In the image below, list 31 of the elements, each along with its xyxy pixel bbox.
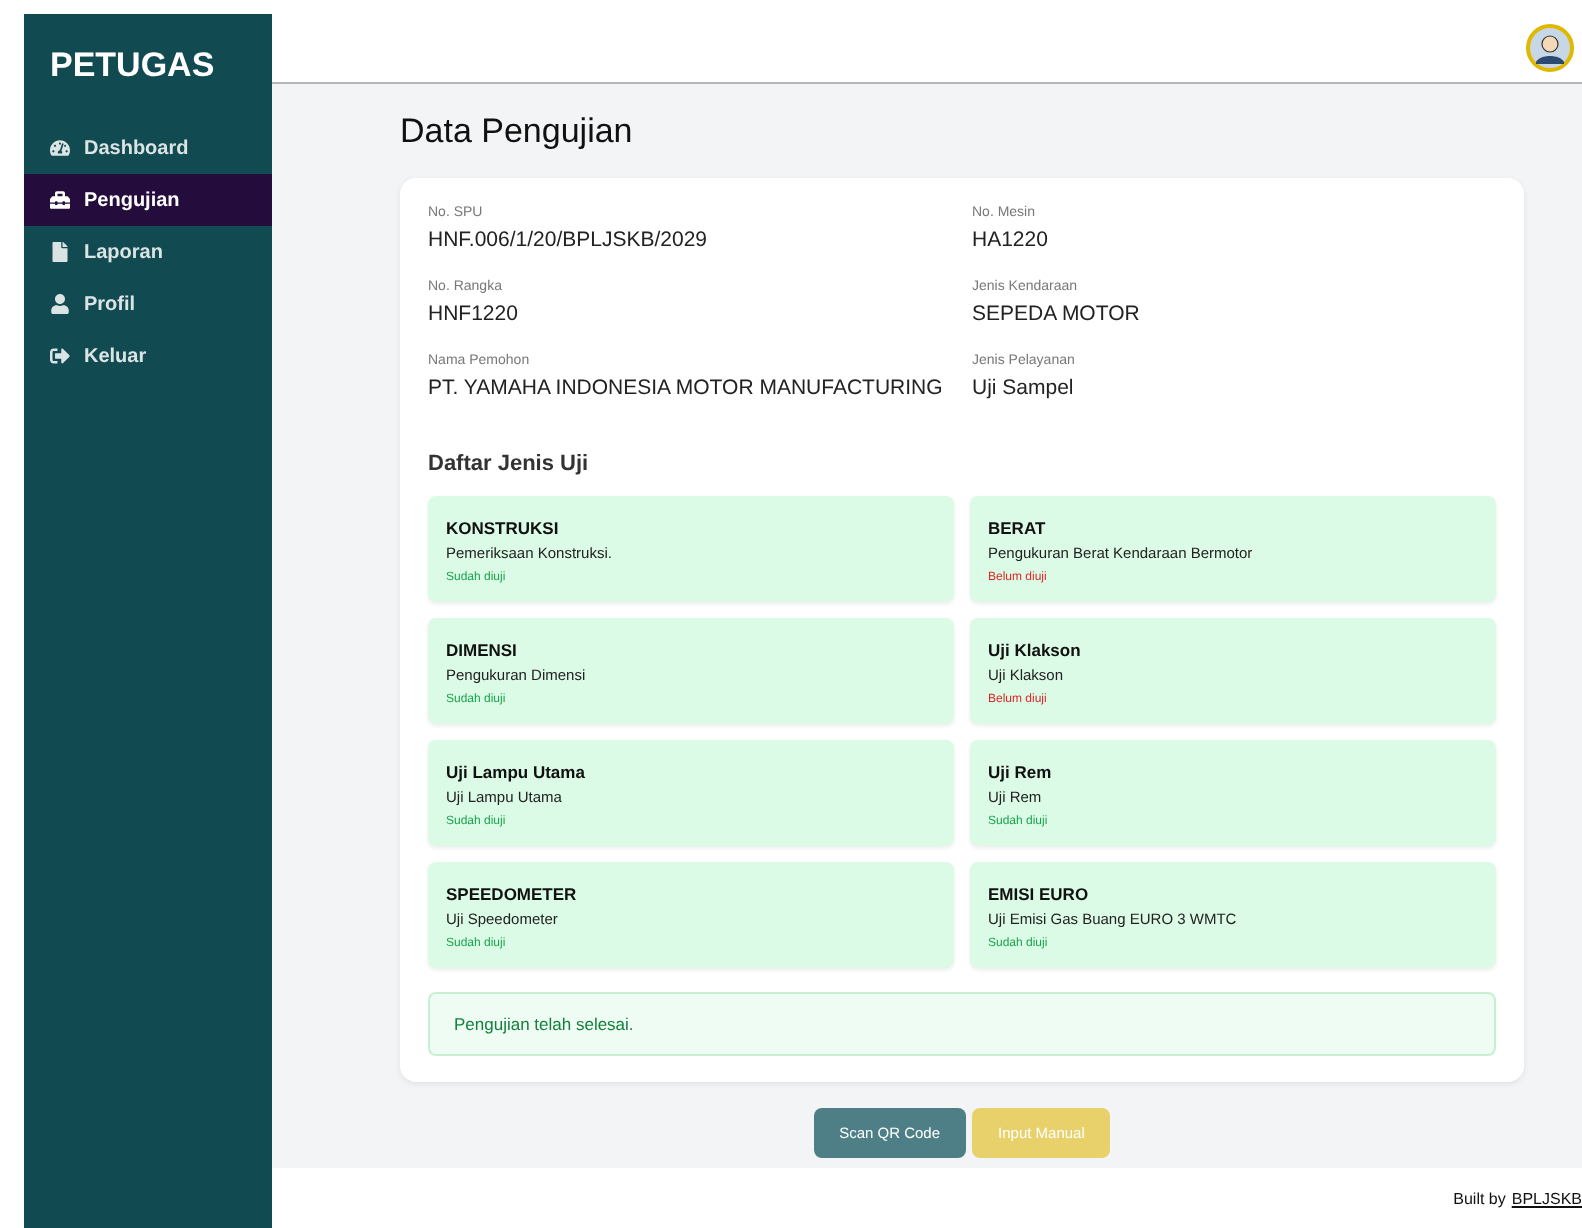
footer-text: Built by: [1453, 1189, 1506, 1207]
test-name: KONSTRUKSI: [446, 518, 561, 538]
test-name: Uji Klakson: [988, 640, 1083, 660]
toolbox-icon: [50, 190, 70, 210]
success-alert: Pengujian telah selesai.: [428, 992, 1496, 1056]
footer-link[interactable]: BPLJSKB: [1511, 1189, 1582, 1207]
field-value: HNF1220: [428, 302, 520, 326]
test-name: EMISI EURO: [988, 884, 1091, 904]
sidebar-item[interactable]: Profil: [24, 278, 272, 330]
field-value: Uji Sampel: [972, 376, 1076, 400]
test-name: Uji Rem: [988, 762, 1054, 782]
avatar-icon[interactable]: [1526, 24, 1574, 72]
gauge-icon: [50, 138, 70, 158]
user-icon: [50, 294, 70, 314]
field-value: PT. YAMAHA INDONESIA MOTOR MANUFACTURING: [428, 376, 945, 400]
sidebar-item[interactable]: Pengujian: [24, 174, 272, 226]
test-name: Uji Lampu Utama: [446, 762, 587, 782]
test-name: BERAT: [988, 518, 1048, 538]
test-name: SPEEDOMETER: [446, 884, 579, 904]
sidebar-item[interactable]: Laporan: [24, 226, 272, 278]
file-icon: [50, 242, 70, 262]
field-value: HA1220: [972, 228, 1050, 252]
field-value: SEPEDA MOTOR: [972, 302, 1142, 326]
sidebar-item[interactable]: Keluar: [24, 330, 272, 382]
sidebar-item[interactable]: Dashboard: [24, 122, 272, 174]
test-name: DIMENSI: [446, 640, 519, 660]
sidebar-title: PETUGAS: [48, 44, 217, 88]
page-title: Data Pengujian: [400, 112, 635, 152]
section-title: Daftar Jenis Uji: [428, 452, 591, 476]
field-value: HNF.006/1/20/BPLJSKB/2029: [428, 228, 710, 252]
sign-out-icon: [50, 346, 70, 366]
